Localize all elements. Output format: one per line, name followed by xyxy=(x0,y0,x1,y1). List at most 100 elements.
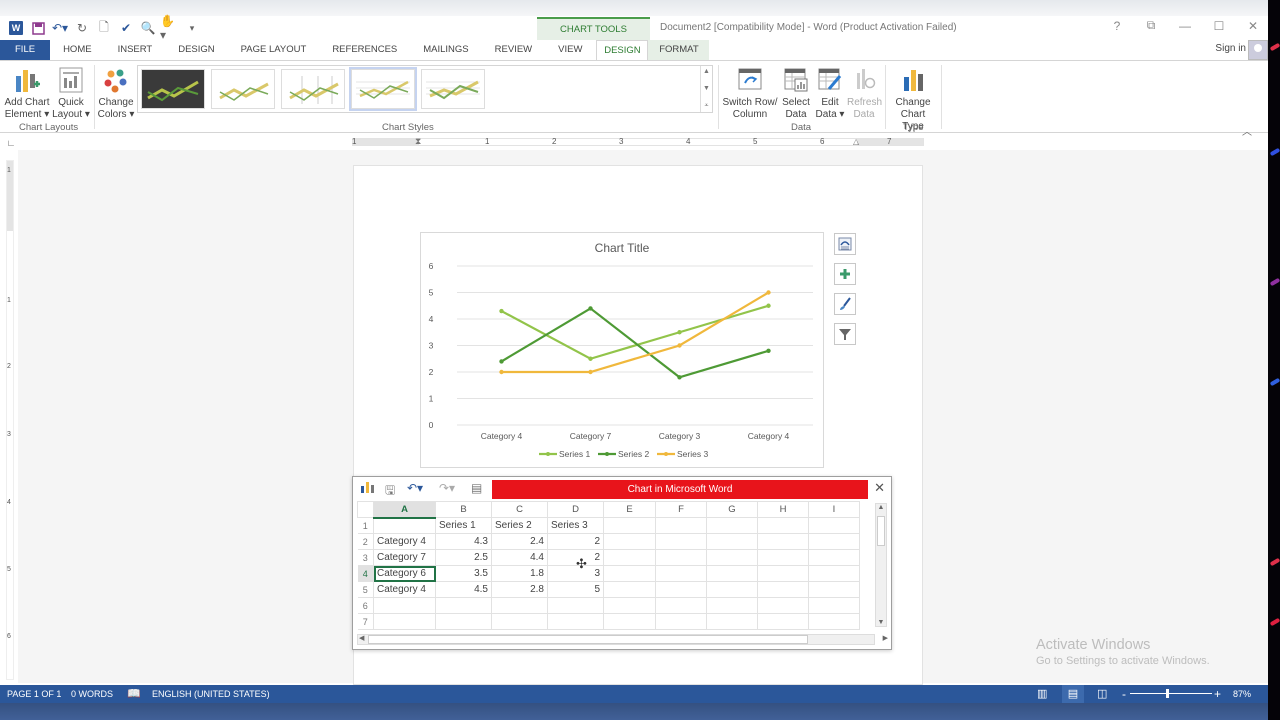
data-point[interactable] xyxy=(588,356,593,361)
spelling-icon[interactable]: ✔ xyxy=(116,18,136,38)
cell-e2[interactable] xyxy=(603,533,656,550)
cell-f7[interactable] xyxy=(655,613,707,630)
web-layout-icon[interactable]: ◫ xyxy=(1097,687,1107,700)
row-header[interactable]: 3 xyxy=(357,549,374,566)
close-icon[interactable]: ✕ xyxy=(1242,19,1264,33)
cell-i1[interactable] xyxy=(808,517,860,534)
gallery-up-icon[interactable]: ▲ xyxy=(703,68,710,75)
page-count[interactable]: PAGE 1 OF 1 xyxy=(7,689,61,699)
cell-h4[interactable] xyxy=(757,565,809,582)
redo-icon[interactable]: ↻ xyxy=(72,18,92,38)
chart-elements-button[interactable] xyxy=(834,263,856,285)
data-point[interactable] xyxy=(677,343,682,348)
cell-a3[interactable]: Category 7 xyxy=(373,549,436,566)
zoom-slider-knob[interactable] xyxy=(1166,689,1169,698)
cell-f4[interactable] xyxy=(655,565,707,582)
ribbon-display-options-icon[interactable]: ⧉ xyxy=(1140,18,1162,33)
user-avatar[interactable] xyxy=(1248,40,1268,60)
series-line-1[interactable] xyxy=(500,304,769,360)
print-layout-icon[interactable]: ▤ xyxy=(1062,685,1084,703)
column-header-i[interactable]: I xyxy=(808,501,860,518)
word-count[interactable]: 0 WORDS xyxy=(71,689,113,699)
legend-label[interactable]: Series 2 xyxy=(618,449,649,459)
scroll-down-icon[interactable]: ▼ xyxy=(876,619,886,626)
customize-qat-icon[interactable]: ▾ xyxy=(182,18,202,38)
zoom-slider[interactable] xyxy=(1130,689,1212,698)
cell-h3[interactable] xyxy=(757,549,809,566)
left-indent-marker[interactable]: ⧗ xyxy=(415,136,421,147)
cell-e6[interactable] xyxy=(603,597,656,614)
cell-c5[interactable]: 2.8 xyxy=(491,581,548,598)
add-chart-element-button[interactable]: Add Chart Element ▾ xyxy=(4,65,50,121)
vertical-scrollbar[interactable]: ▲ ▼ xyxy=(875,503,887,627)
help-icon[interactable]: ? xyxy=(1106,19,1128,33)
tab-file[interactable]: FILE xyxy=(0,40,51,60)
vertical-ruler[interactable]: 1 1 2 3 4 5 6 xyxy=(6,160,14,680)
redo-icon[interactable]: ↷▾ xyxy=(439,481,455,495)
cell-c3[interactable]: 4.4 xyxy=(491,549,548,566)
line-chart[interactable]: Chart Title 0 1 2 3 4 5 6 Category 4 Category 7 C… xyxy=(420,232,824,468)
data-point[interactable] xyxy=(766,303,771,308)
spreadsheet-grid[interactable]: A B C D E F G H I 1 Series 1 Series 2 Serie… xyxy=(357,501,860,630)
gallery-scroll[interactable]: ▲ ▼ ⩡ xyxy=(700,66,712,112)
data-point[interactable] xyxy=(677,375,682,380)
tab-design[interactable]: DESIGN xyxy=(165,40,227,60)
cell-i3[interactable] xyxy=(808,549,860,566)
data-point[interactable] xyxy=(766,290,771,295)
tab-home[interactable]: HOME xyxy=(50,40,105,60)
cell-f6[interactable] xyxy=(655,597,707,614)
scroll-thumb[interactable] xyxy=(877,516,885,546)
cell-a6[interactable] xyxy=(373,597,436,614)
cell-b5[interactable]: 4.5 xyxy=(435,581,492,598)
change-colors-button[interactable]: Change Colors ▾ xyxy=(97,65,135,121)
row-header[interactable]: 6 xyxy=(357,597,374,614)
row-header[interactable]: 4 xyxy=(357,565,374,582)
row-header[interactable]: 5 xyxy=(357,581,374,598)
data-point[interactable] xyxy=(677,330,682,335)
cell-e7[interactable] xyxy=(603,613,656,630)
right-indent-marker[interactable]: △ xyxy=(853,137,859,146)
column-header-h[interactable]: H xyxy=(757,501,809,518)
save-icon[interactable] xyxy=(28,18,48,38)
cell-g2[interactable] xyxy=(706,533,758,550)
close-icon[interactable]: ✕ xyxy=(874,480,885,496)
cell-c2[interactable]: 2.4 xyxy=(491,533,548,550)
cell-e1[interactable] xyxy=(603,517,656,534)
cell-a4[interactable]: Category 6 xyxy=(373,565,436,582)
cell-b4[interactable]: 3.5 xyxy=(435,565,492,582)
horizontal-scrollbar[interactable]: ◀ ▶ xyxy=(357,634,888,645)
proofing-icon[interactable]: 📖 xyxy=(127,687,141,700)
column-header-a[interactable]: A xyxy=(373,501,436,519)
column-header-c[interactable]: C xyxy=(491,501,548,518)
cell-c7[interactable] xyxy=(491,613,548,630)
cell-d7[interactable] xyxy=(547,613,604,630)
tab-page-layout[interactable]: PAGE LAYOUT xyxy=(228,40,320,60)
edit-data-button[interactable]: Edit Data ▾ xyxy=(815,65,845,121)
cell-i2[interactable] xyxy=(808,533,860,550)
data-point[interactable] xyxy=(499,369,504,375)
cell-g5[interactable] xyxy=(706,581,758,598)
chart-filters-button[interactable] xyxy=(834,323,856,345)
tab-chart-format[interactable]: FORMAT xyxy=(648,40,710,60)
cell-h2[interactable] xyxy=(757,533,809,550)
zoom-in-button[interactable]: + xyxy=(1214,687,1221,701)
gallery-down-icon[interactable]: ▼ xyxy=(703,85,710,92)
cell-g7[interactable] xyxy=(706,613,758,630)
data-point[interactable] xyxy=(499,359,504,364)
chart-style-1[interactable] xyxy=(141,69,205,109)
sign-in-link[interactable]: Sign in xyxy=(1215,43,1246,54)
layout-options-button[interactable] xyxy=(834,233,856,255)
tab-references[interactable]: REFERENCES xyxy=(319,40,410,60)
horizontal-ruler[interactable]: 1 1 2 3 4 5 6 7 ⧗ △ xyxy=(352,136,924,147)
cell-a1[interactable] xyxy=(373,517,436,534)
cell-b7[interactable] xyxy=(435,613,492,630)
collapse-ribbon-icon[interactable]: ︿ xyxy=(1242,123,1252,138)
cell-i7[interactable] xyxy=(808,613,860,630)
select-all-corner[interactable] xyxy=(357,501,374,518)
cell-h5[interactable] xyxy=(757,581,809,598)
cell-b6[interactable] xyxy=(435,597,492,614)
cell-c6[interactable] xyxy=(491,597,548,614)
cell-f2[interactable] xyxy=(655,533,707,550)
edit-in-excel-icon[interactable]: ▤ xyxy=(471,481,482,495)
save-icon[interactable]: 🖫 xyxy=(385,481,395,502)
